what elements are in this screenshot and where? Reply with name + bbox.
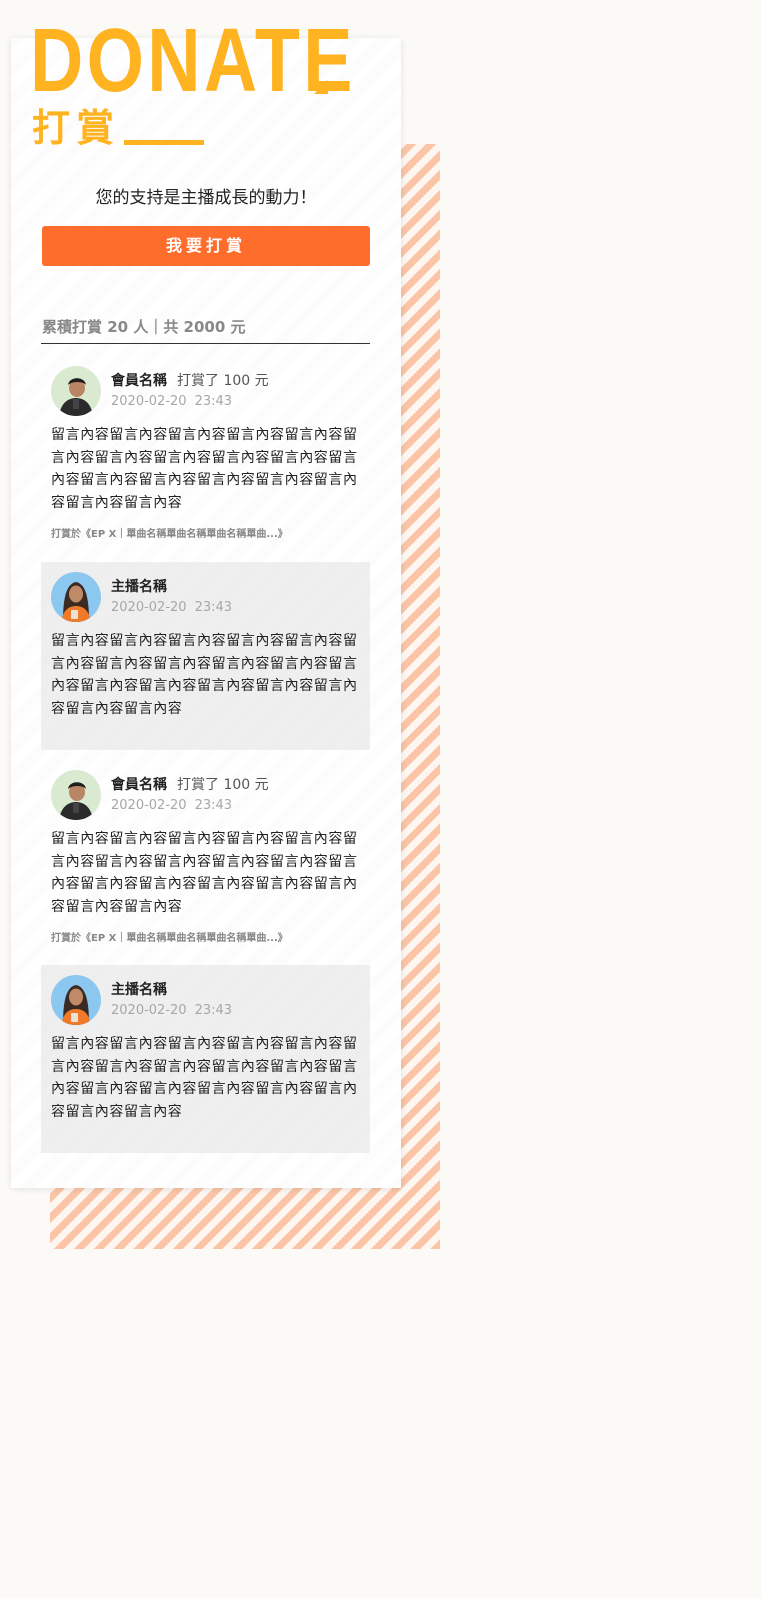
entry-message: 留言內容留言內容留言內容留言內容留言內容留言內容留言內容留言內容留言內容留言內容… bbox=[51, 1036, 358, 1120]
entry-datetime: 2020-02-20 23:43 bbox=[111, 599, 232, 617]
entry-message: 留言內容留言內容留言內容留言內容留言內容留言內容留言內容留言內容留言內容留言內容… bbox=[51, 831, 358, 915]
donation-entry: 會員名稱 打賞了 100 元 2020-02-20 23:43 留言內容留言內容留… bbox=[41, 356, 370, 556]
host-reply-entry: 主播名稱 2020-02-20 23:43 留言內容留言內容留言內容留言內容留言內… bbox=[41, 965, 370, 1153]
entry-message: 留言內容留言內容留言內容留言內容留言內容留言內容留言內容留言內容留言內容留言內容… bbox=[51, 427, 358, 511]
entry-date: 2020-02-20 bbox=[111, 1003, 187, 1018]
title-corner-decoration bbox=[314, 80, 328, 94]
entry-datetime: 2020-02-20 23:43 bbox=[111, 393, 232, 411]
entry-time: 23:43 bbox=[194, 798, 233, 813]
host-name[interactable]: 主播名稱 bbox=[111, 980, 167, 1000]
entry-date: 2020-02-20 bbox=[111, 798, 187, 813]
host-avatar[interactable] bbox=[51, 572, 101, 622]
host-avatar[interactable] bbox=[51, 975, 101, 1025]
host-reply-entry: 主播名稱 2020-02-20 23:43 留言內容留言內容留言內容留言內容留言內… bbox=[41, 562, 370, 750]
donation-entry: 會員名稱 打賞了 100 元 2020-02-20 23:43 留言內容留言內容留… bbox=[41, 760, 370, 960]
title-underline bbox=[124, 140, 204, 145]
summary-divider bbox=[41, 343, 370, 344]
entry-date: 2020-02-20 bbox=[111, 600, 187, 615]
member-avatar[interactable] bbox=[51, 770, 101, 820]
entry-source-link[interactable]: 打賞於《EP X｜單曲名稱單曲名稱單曲名稱單曲...》 bbox=[51, 932, 288, 946]
member-name[interactable]: 會員名稱 bbox=[111, 371, 167, 391]
page-title-zh: 打賞 bbox=[32, 106, 121, 150]
entry-message: 留言內容留言內容留言內容留言內容留言內容留言內容留言內容留言內容留言內容留言內容… bbox=[51, 633, 358, 717]
donation-summary: 累積打賞 20 人｜共 2000 元 bbox=[42, 318, 246, 336]
entry-datetime: 2020-02-20 23:43 bbox=[111, 797, 232, 815]
donation-amount: 打賞了 100 元 bbox=[177, 373, 269, 389]
entry-datetime: 2020-02-20 23:43 bbox=[111, 1002, 232, 1020]
host-name[interactable]: 主播名稱 bbox=[111, 577, 167, 597]
donate-button[interactable]: 我要打賞 bbox=[42, 226, 370, 266]
entry-date: 2020-02-20 bbox=[111, 394, 187, 409]
page-title-en: DONATE bbox=[30, 11, 356, 111]
entry-time: 23:43 bbox=[194, 1003, 233, 1018]
donation-amount: 打賞了 100 元 bbox=[177, 777, 269, 793]
member-name[interactable]: 會員名稱 bbox=[111, 775, 167, 795]
entry-time: 23:43 bbox=[194, 394, 233, 409]
member-avatar[interactable] bbox=[51, 366, 101, 416]
entry-source-link[interactable]: 打賞於《EP X｜單曲名稱單曲名稱單曲名稱單曲...》 bbox=[51, 528, 288, 542]
support-message: 您的支持是主播成長的動力！ bbox=[95, 188, 317, 208]
entry-time: 23:43 bbox=[194, 600, 233, 615]
